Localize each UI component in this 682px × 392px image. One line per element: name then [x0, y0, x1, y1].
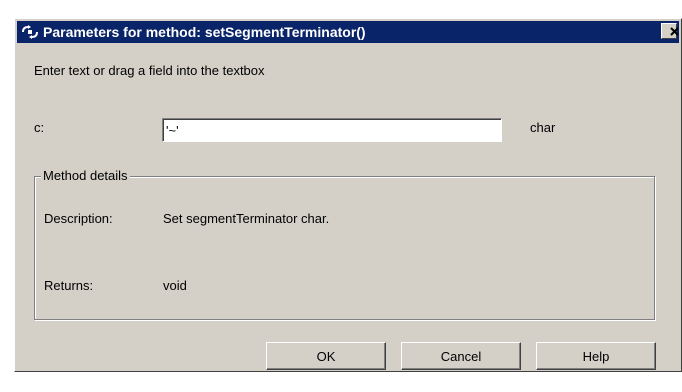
- description-label: Description:: [44, 211, 113, 226]
- help-button[interactable]: Help: [536, 342, 656, 370]
- parameters-icon: [21, 24, 39, 40]
- parameters-dialog: Parameters for method: setSegmentTermina…: [14, 18, 682, 372]
- method-details-group: Method details Description: Set segmentT…: [34, 168, 655, 320]
- parameter-type: char: [530, 120, 556, 135]
- instruction-text: Enter text or drag a field into the text…: [34, 63, 265, 78]
- parameter-value-input[interactable]: [162, 118, 502, 142]
- parameter-label: c:: [34, 120, 45, 135]
- description-value: Set segmentTerminator char.: [163, 211, 330, 226]
- returns-label: Returns:: [44, 278, 94, 293]
- method-details-legend: Method details: [41, 168, 130, 183]
- close-icon: [668, 25, 679, 39]
- cancel-button[interactable]: Cancel: [401, 342, 521, 370]
- close-button[interactable]: [661, 23, 679, 39]
- title-bar[interactable]: Parameters for method: setSegmentTermina…: [17, 21, 679, 43]
- ok-button[interactable]: OK: [266, 342, 386, 370]
- returns-value: void: [163, 278, 187, 293]
- window-title: Parameters for method: setSegmentTermina…: [43, 24, 366, 40]
